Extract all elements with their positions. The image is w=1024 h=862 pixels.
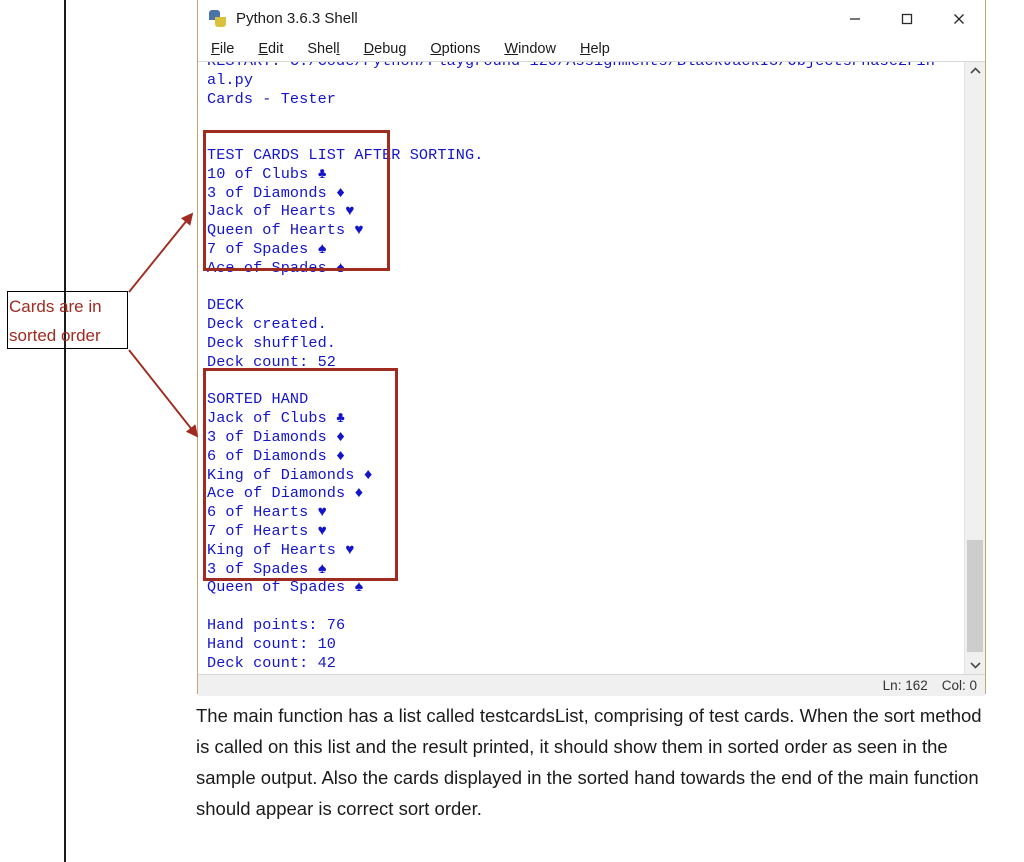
shell-output-body: RESTART: C:/Code/Python/Playground-120/A… bbox=[207, 61, 935, 672]
shell-vertical-scrollbar[interactable] bbox=[964, 62, 985, 674]
status-line-number: Ln: 162 bbox=[882, 678, 928, 693]
close-icon[interactable] bbox=[933, 0, 985, 37]
window-controls bbox=[829, 0, 985, 37]
menu-window[interactable]: Window bbox=[504, 41, 556, 57]
menu-file[interactable]: File bbox=[211, 41, 234, 57]
minimize-icon[interactable] bbox=[829, 0, 881, 37]
body-paragraph: The main function has a list called test… bbox=[196, 705, 982, 819]
scrollbar-thumb[interactable] bbox=[967, 540, 983, 652]
callout-label: Cards are in sorted order bbox=[9, 297, 102, 345]
status-column-number: Col: 0 bbox=[941, 678, 977, 693]
menu-options[interactable]: Options bbox=[430, 41, 480, 57]
arrow-to-test-cards-list bbox=[128, 212, 194, 293]
statusbar: Ln: 162 Col: 0 bbox=[198, 674, 985, 696]
chevron-down-icon[interactable] bbox=[965, 656, 985, 674]
menubar: File Edit Shell Debug Options Window Hel… bbox=[198, 37, 985, 61]
window-title: Python 3.6.3 Shell bbox=[236, 10, 358, 27]
menu-help[interactable]: Help bbox=[580, 41, 610, 57]
menu-debug[interactable]: Debug bbox=[364, 41, 407, 57]
menu-shell[interactable]: Shell bbox=[307, 41, 339, 57]
page-margin-line bbox=[64, 0, 66, 862]
window-titlebar: Python 3.6.3 Shell bbox=[198, 0, 985, 37]
python-shell-window: Python 3.6.3 Shell File Edit Shell Debug… bbox=[197, 0, 986, 696]
shell-prompt: >>> bbox=[207, 672, 235, 674]
shell-output-area[interactable]: RESTART: C:/Code/Python/Playground-120/A… bbox=[198, 61, 985, 674]
menu-edit[interactable]: Edit bbox=[258, 41, 283, 57]
python-logo-icon bbox=[208, 9, 227, 28]
chevron-up-icon[interactable] bbox=[965, 62, 985, 80]
maximize-icon[interactable] bbox=[881, 0, 933, 37]
shell-output-text: RESTART: C:/Code/Python/Playground-120/A… bbox=[207, 61, 935, 674]
arrow-to-sorted-hand bbox=[128, 349, 199, 438]
